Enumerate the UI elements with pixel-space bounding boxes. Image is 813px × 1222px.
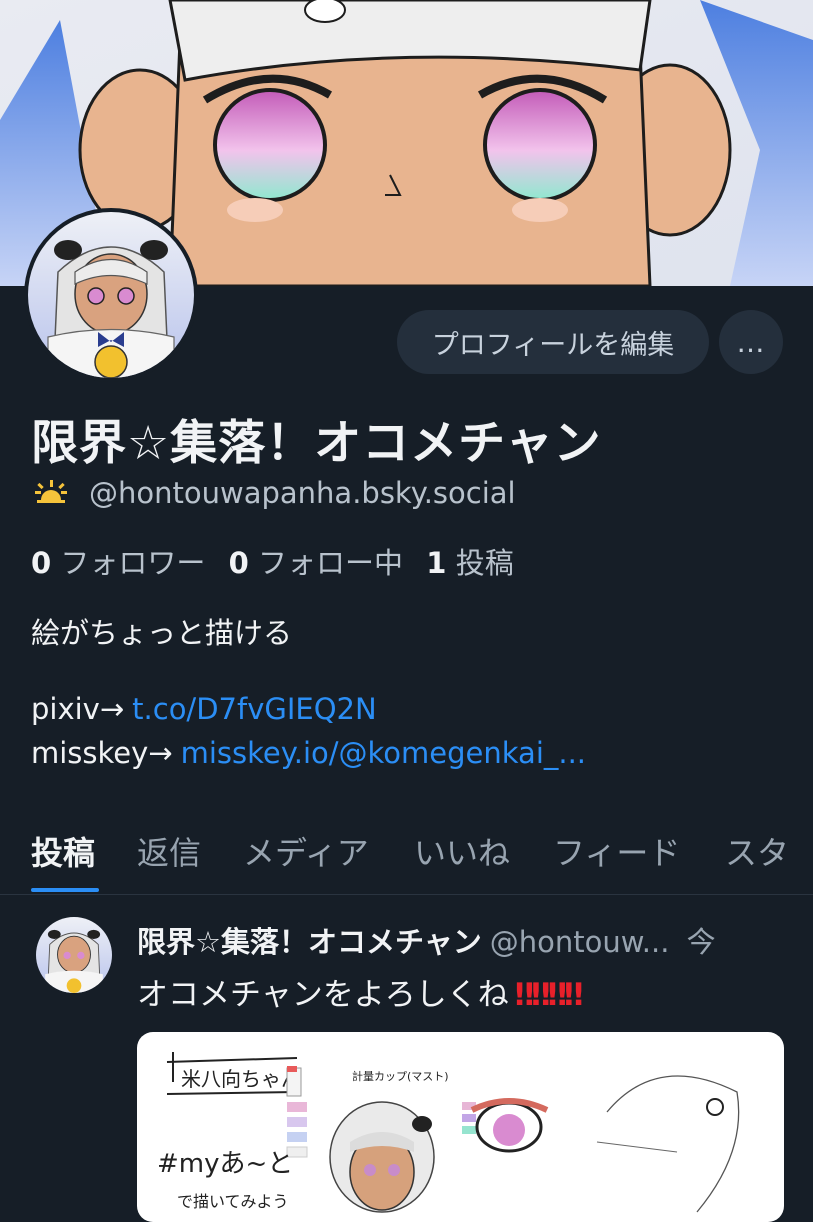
image-hashtag: #myあ~と — [157, 1149, 293, 1179]
post-header: 限界☆集落！オコメチャン @hontouw... 今 — [137, 919, 716, 961]
post-author-handle[interactable]: @hontouw... — [490, 925, 670, 959]
profile-stats: 0 フォロワー 0 フォロー中 1 投稿 — [31, 540, 514, 582]
post-text: オコメチャンをよろしくね ‼‼‼‼ — [137, 977, 584, 1013]
followers-stat[interactable]: 0 フォロワー — [31, 546, 205, 580]
profile-handle[interactable]: @hontouwapanha.bsky.social — [89, 476, 516, 510]
pixiv-link[interactable]: t.co/D7fvGIEQ2N — [132, 692, 377, 726]
display-name: 限界☆集落！オコメチャン — [31, 416, 602, 471]
tab-starter-packs[interactable]: スタ — [725, 828, 789, 874]
profile-avatar[interactable] — [24, 208, 198, 382]
post-author-name[interactable]: 限界☆集落！オコメチャン — [137, 925, 482, 959]
post-avatar[interactable] — [36, 917, 112, 993]
misskey-link[interactable]: misskey.io/@komegenkai_... — [181, 736, 586, 770]
bio-pixiv-line: pixiv→ t.co/D7fvGIEQ2N — [31, 692, 377, 726]
more-icon: … — [736, 325, 766, 359]
following-stat[interactable]: 0 フォロー中 — [229, 546, 403, 580]
post-image[interactable]: 米八向ちゃん 計量カップ(マスト) #myあ~と で描いてみよう — [137, 1032, 784, 1222]
tab-likes[interactable]: いいね — [414, 828, 510, 874]
bio-misskey-line: misskey→ misskey.io/@komegenkai_... — [31, 736, 587, 770]
post-timestamp[interactable]: 今 — [687, 925, 716, 959]
more-options-button[interactable]: … — [719, 310, 783, 374]
image-cup-note: 計量カップ(マスト) — [352, 1069, 449, 1083]
tab-posts[interactable]: 投稿 — [31, 828, 95, 874]
double-exclamation-emoji: ‼‼‼‼ — [514, 977, 584, 1013]
handle-row: @hontouwapanha.bsky.social — [33, 476, 516, 510]
bio-text: 絵がちょっと描ける — [31, 616, 293, 650]
image-hashtag-note: で描いてみよう — [177, 1192, 289, 1211]
profile-tabs: 投稿 返信 メディア いいね フィード スタ — [0, 818, 813, 895]
posts-stat: 1 投稿 — [426, 546, 514, 580]
tab-media[interactable]: メディア — [243, 828, 369, 874]
tab-replies[interactable]: 返信 — [137, 828, 201, 874]
post-item[interactable]: 限界☆集落！オコメチャン @hontouw... 今 オコメチャンをよろしくね ‼‼… — [0, 895, 813, 1222]
active-tab-indicator — [31, 888, 99, 892]
tab-feeds[interactable]: フィード — [553, 828, 680, 874]
sunrise-icon — [33, 478, 69, 508]
image-title: 米八向ちゃん — [181, 1067, 301, 1091]
edit-profile-button[interactable]: プロフィールを編集 — [397, 310, 709, 374]
